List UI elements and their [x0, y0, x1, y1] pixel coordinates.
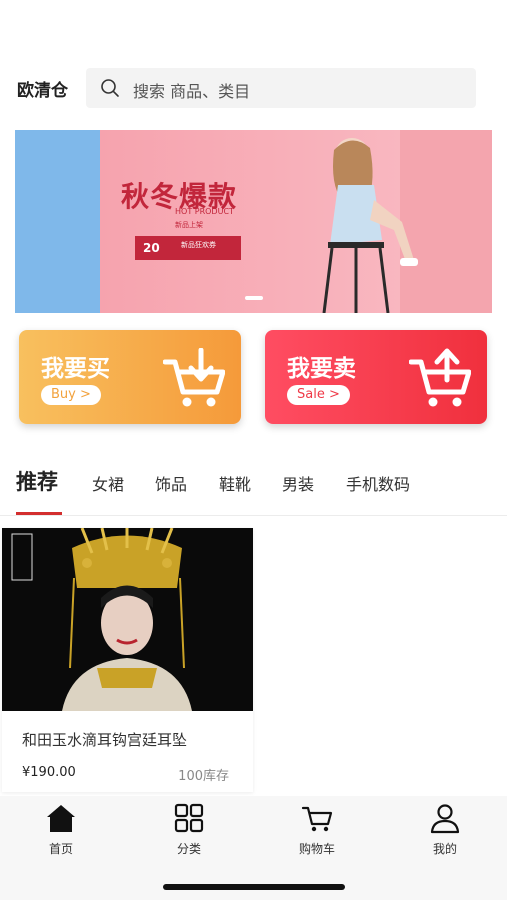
coupon-label: 新品狂欢券	[181, 241, 216, 249]
promo-banner[interactable]: 秋冬爆款 HOT PRODUCT 新品上架 20 新品狂欢券	[15, 130, 492, 313]
grid-icon	[174, 803, 204, 833]
product-image	[2, 528, 253, 711]
carousel-indicator[interactable]	[245, 296, 263, 300]
tab-recommend[interactable]: 推荐	[16, 466, 58, 496]
tab-accessories[interactable]: 饰品	[155, 471, 187, 495]
action-cards: 我要买 Buy > 我要卖 Sale >	[0, 330, 507, 425]
buy-button[interactable]: Buy >	[41, 385, 101, 405]
nav-home-label: 首页	[48, 842, 73, 856]
cart-icon	[301, 806, 333, 832]
nav-category-label: 分类	[176, 842, 201, 856]
sell-button[interactable]: Sale >	[287, 385, 350, 405]
app-page: 欧清仓 搜索 商品、类目 秋冬爆款 HOT PRODUCT 新品上架 20 新品…	[0, 0, 507, 900]
header: 欧清仓 搜索 商品、类目	[0, 66, 507, 110]
sell-card[interactable]: 我要卖 Sale >	[265, 330, 487, 424]
search-placeholder: 搜索 商品、类目	[133, 82, 251, 101]
nav-cart-label: 购物车	[298, 842, 335, 856]
tab-digital[interactable]: 手机数码	[346, 471, 410, 495]
search-bar[interactable]: 搜索 商品、类目	[86, 68, 476, 108]
tab-menswear[interactable]: 男装	[282, 471, 314, 495]
model-figure-image	[322, 138, 418, 313]
search-icon	[101, 79, 119, 97]
product-stock: 100库存	[178, 769, 229, 784]
product-card[interactable]: 和田玉水滴耳钩宫廷耳坠 ¥190.00 100库存	[2, 528, 253, 792]
category-tabs: 推荐 女裙 饰品 鞋靴 男装 手机数码	[0, 458, 507, 516]
user-icon	[430, 804, 460, 834]
tab-shoes[interactable]: 鞋靴	[219, 471, 251, 495]
banner-left-panel	[15, 130, 100, 313]
home-icon	[47, 805, 75, 832]
brand-name: 欧清仓	[17, 81, 68, 101]
coupon-amount: 20	[143, 241, 160, 255]
cart-download-icon	[163, 348, 225, 407]
nav-cart[interactable]: 购物车	[277, 802, 357, 857]
buy-card-title: 我要买	[41, 356, 110, 382]
nav-mine-label: 我的	[432, 842, 457, 856]
banner-subtitle: HOT PRODUCT	[175, 207, 234, 216]
active-tab-underline	[16, 512, 62, 515]
bottom-nav: 首页 分类 购物车 我的	[0, 796, 507, 900]
buy-card[interactable]: 我要买 Buy >	[19, 330, 241, 424]
cart-upload-icon	[409, 348, 471, 407]
product-name: 和田玉水滴耳钩宫廷耳坠	[22, 731, 188, 749]
nav-category[interactable]: 分类	[149, 802, 229, 857]
home-indicator	[163, 884, 345, 890]
banner-tagline: 新品上架	[175, 221, 203, 229]
nav-home[interactable]: 首页	[21, 802, 101, 857]
product-price: ¥190.00	[22, 765, 76, 780]
tab-dresses[interactable]: 女裙	[92, 471, 124, 495]
coupon-tag: 20 新品狂欢券	[135, 236, 241, 260]
sell-card-title: 我要卖	[287, 356, 356, 382]
nav-mine[interactable]: 我的	[405, 802, 485, 857]
